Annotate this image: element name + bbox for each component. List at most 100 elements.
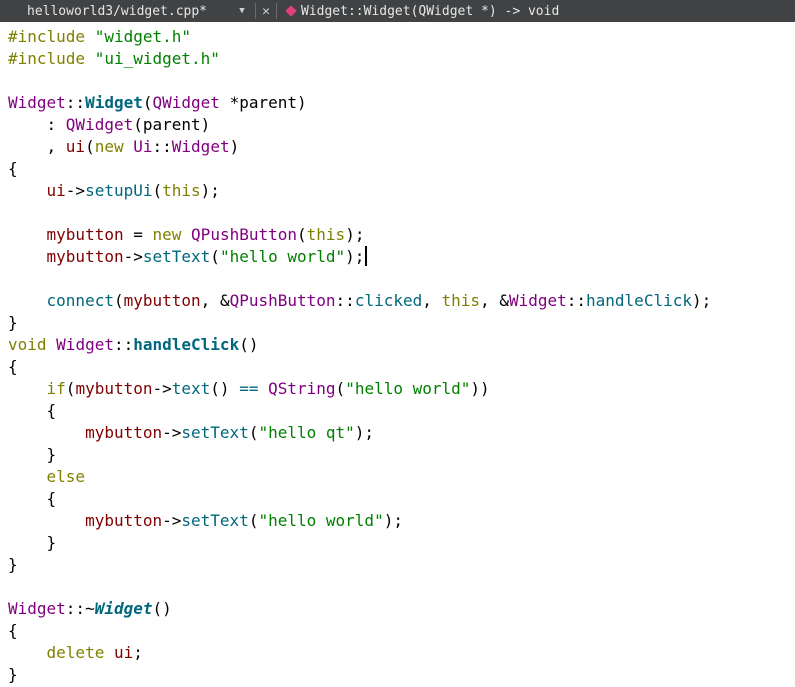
code-line[interactable]: { (0, 158, 795, 180)
code-token: ( (85, 137, 95, 156)
code-token: == (239, 379, 259, 398)
code-token: QPushButton (191, 225, 298, 244)
code-line[interactable] (0, 70, 795, 92)
code-token: handleClick (133, 335, 240, 354)
code-token: : (8, 115, 66, 134)
code-token: :: (152, 137, 172, 156)
code-line[interactable]: mybutton = new QPushButton(this); (0, 224, 795, 246)
code-line[interactable]: { (0, 488, 795, 510)
code-line[interactable]: connect(mybutton, &QPushButton::clicked,… (0, 290, 795, 312)
code-token: } (8, 555, 18, 574)
code-token: Widget (85, 93, 143, 112)
code-token: ); (200, 181, 220, 200)
code-token: :: (113, 335, 134, 354)
file-dropdown-icon[interactable]: ▼ (232, 6, 252, 16)
close-file-icon[interactable]: ✕ (259, 4, 273, 19)
code-line[interactable]: : QWidget(parent) (0, 114, 795, 136)
code-line[interactable]: } (0, 532, 795, 554)
code-token: mybutton (85, 511, 163, 530)
code-token: { (8, 159, 18, 178)
code-token: -> (65, 181, 86, 200)
code-token: delete (46, 643, 105, 662)
code-token: , (8, 137, 66, 156)
code-token: { (8, 401, 57, 420)
code-line[interactable]: mybutton->setText("hello world"); (0, 246, 795, 268)
code-token: -> (152, 379, 172, 398)
code-token: "ui_widget.h" (94, 49, 220, 68)
code-token: void (8, 335, 47, 354)
code-line[interactable]: } (0, 554, 795, 576)
code-token: if (46, 379, 66, 398)
code-token: mybutton (46, 225, 124, 244)
code-token: clicked (354, 291, 423, 310)
code-token: ); (345, 247, 365, 266)
code-line[interactable]: void Widget::handleClick() (0, 334, 795, 356)
code-token: this (306, 225, 346, 244)
code-line[interactable]: { (0, 356, 795, 378)
code-token: Widget (171, 137, 230, 156)
symbol-selector[interactable]: Widget::Widget(QWidget *) -> void (301, 4, 559, 19)
code-token: (parent) (133, 115, 211, 134)
code-token: () (152, 599, 172, 618)
code-token: :: (65, 93, 86, 112)
code-line[interactable]: ui->setupUi(this); (0, 180, 795, 202)
code-token: ui (113, 643, 134, 662)
editor-toolbar: helloworld3/widget.cpp* ▼ ✕ Widget::Widg… (0, 0, 795, 22)
code-token: , & (200, 291, 230, 310)
code-token: this (441, 291, 481, 310)
code-token: { (8, 489, 57, 508)
code-line[interactable]: } (0, 312, 795, 334)
code-token: Widget (56, 335, 114, 354)
code-token: mybutton (123, 291, 201, 310)
code-token: setText (181, 423, 249, 442)
code-line[interactable] (0, 202, 795, 224)
code-token: #include (8, 49, 95, 68)
code-line[interactable]: } (0, 664, 795, 686)
code-token: "hello qt" (258, 423, 355, 442)
code-line[interactable]: delete ui; (0, 642, 795, 664)
code-token: ( (297, 225, 307, 244)
code-line[interactable]: else (0, 466, 795, 488)
code-token: setText (142, 247, 211, 266)
code-token: Widget (8, 599, 66, 618)
code-token: setupUi (85, 181, 153, 200)
code-token: setText (181, 511, 249, 530)
code-token: } (8, 533, 57, 552)
code-token: mybutton (85, 423, 163, 442)
code-line[interactable]: #include "ui_widget.h" (0, 48, 795, 70)
code-token: } (8, 445, 57, 464)
code-editor[interactable]: #include "widget.h" #include "ui_widget.h… (0, 26, 795, 687)
code-token: else (46, 467, 86, 486)
code-line[interactable]: { (0, 400, 795, 422)
code-token: Ui (133, 137, 153, 156)
code-token: connect (46, 291, 114, 310)
code-token: :: (335, 291, 355, 310)
code-token: "widget.h" (94, 27, 192, 46)
code-line[interactable]: , ui(new Ui::Widget) (0, 136, 795, 158)
code-line[interactable]: Widget::~Widget() (0, 598, 795, 620)
code-token: ( (113, 291, 124, 310)
code-line[interactable] (0, 268, 795, 290)
code-line[interactable]: mybutton->setText("hello world"); (0, 510, 795, 532)
code-token: ( (65, 379, 76, 398)
code-line[interactable]: mybutton->setText("hello qt"); (0, 422, 795, 444)
code-line[interactable]: #include "widget.h" (0, 26, 795, 48)
code-token: QString (268, 379, 336, 398)
code-token: () (210, 379, 240, 398)
code-line[interactable]: { (0, 620, 795, 642)
code-token: -> (123, 247, 143, 266)
code-token: Widget (94, 599, 153, 618)
code-token: } (8, 313, 18, 332)
code-line[interactable]: } (0, 444, 795, 466)
code-line[interactable] (0, 576, 795, 598)
code-token: ( (335, 379, 346, 398)
code-line[interactable]: Widget::Widget(QWidget *parent) (0, 92, 795, 114)
code-line[interactable]: if(mybutton->text() == QString("hello wo… (0, 378, 795, 400)
file-tab[interactable]: helloworld3/widget.cpp* (0, 4, 232, 19)
code-token: = (123, 225, 153, 244)
